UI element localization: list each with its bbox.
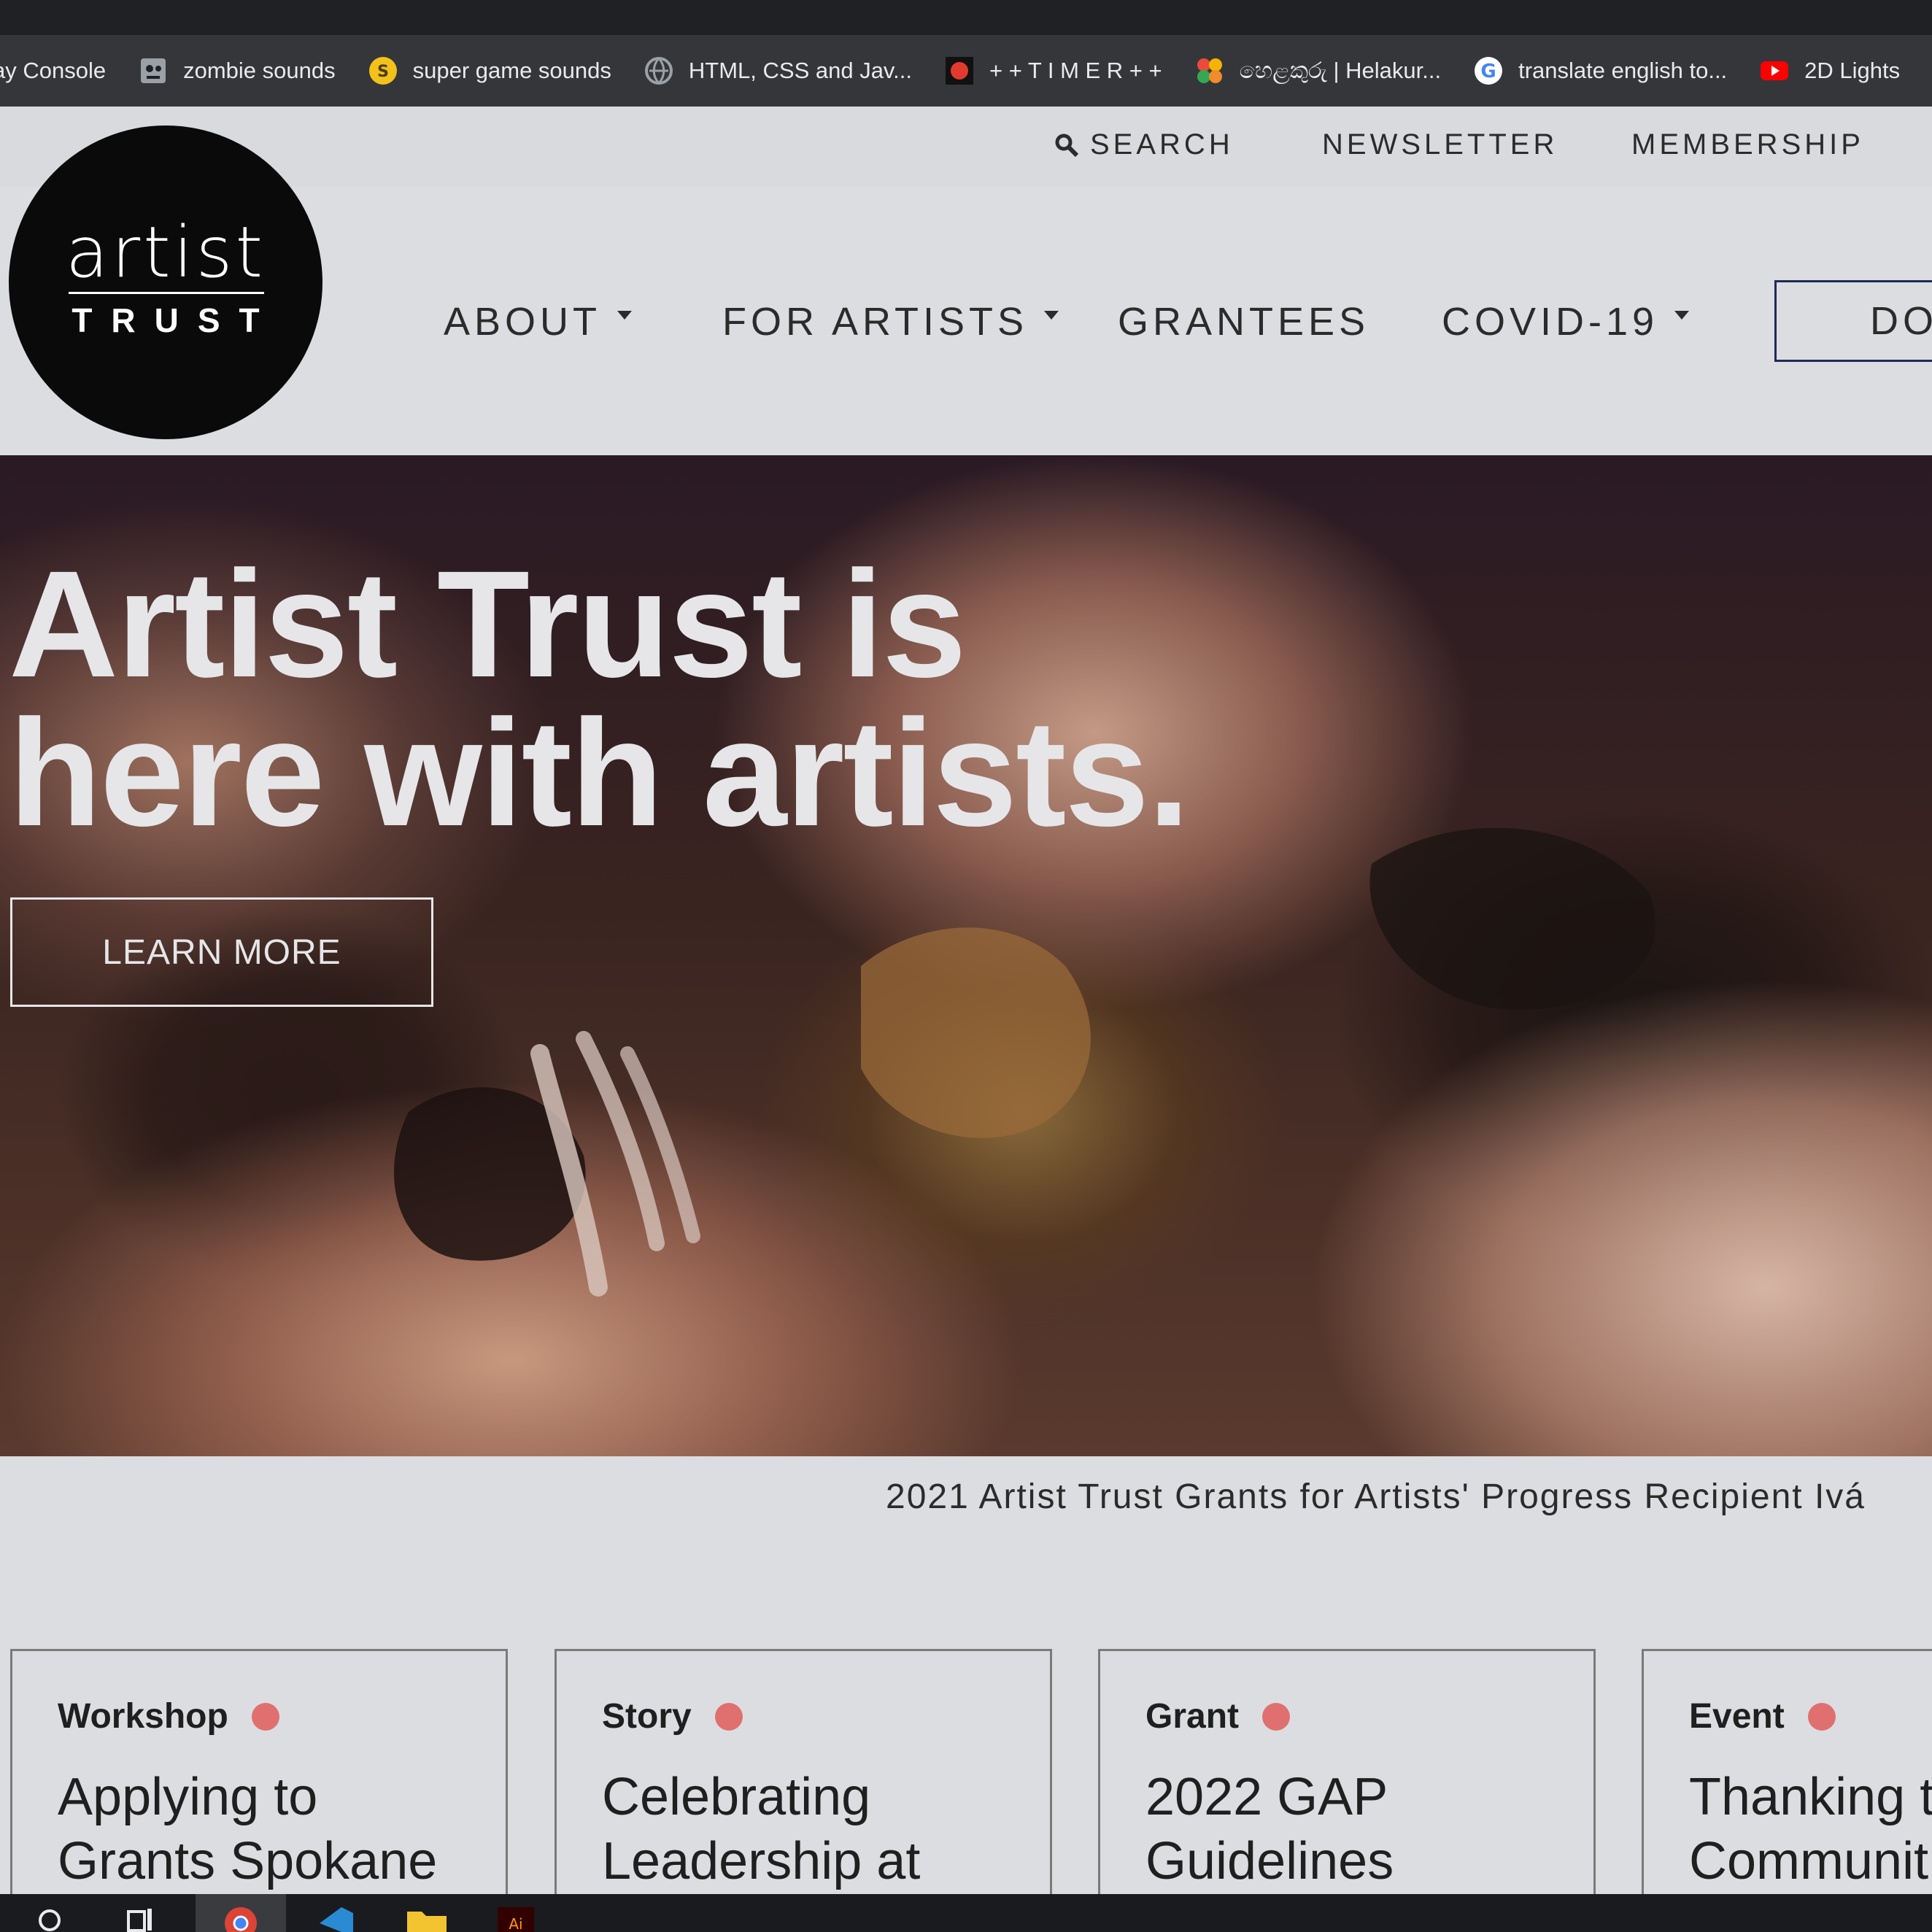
nav-about-label: ABOUT xyxy=(444,300,602,344)
logo-artist-text: artist xyxy=(65,212,266,293)
card-type: Event xyxy=(1689,1696,1836,1736)
card-type-label: Event xyxy=(1689,1697,1785,1736)
bookmark-translate[interactable]: G translate english to... xyxy=(1473,55,1727,86)
status-dot xyxy=(251,1702,279,1731)
bookmark-2d-lights[interactable]: 2D Lights xyxy=(1759,55,1900,86)
card-title-line-2: Grants Spokane xyxy=(58,1832,438,1890)
card-workshop[interactable]: Workshop Applying to Grants Spokane xyxy=(10,1649,508,1932)
card-type-label: Story xyxy=(602,1697,692,1736)
flower-icon xyxy=(1194,55,1225,86)
browser-tab-strip xyxy=(0,0,1932,35)
bookmark-label: හෙළකුරු | Helakur... xyxy=(1239,57,1442,83)
card-type: Story xyxy=(602,1696,743,1736)
card-type: Grant xyxy=(1145,1696,1291,1736)
nav-for-artists[interactable]: FOR ARTISTS xyxy=(722,299,1059,344)
os-taskbar: Ai xyxy=(0,1894,1932,1932)
svg-text:S: S xyxy=(377,63,389,81)
card-title: Thanking t Communit xyxy=(1689,1765,1932,1893)
chrome-taskbar-button[interactable] xyxy=(196,1894,286,1932)
card-event[interactable]: Event Thanking t Communit xyxy=(1642,1649,1932,1932)
card-type-label: Grant xyxy=(1145,1697,1240,1736)
nav-covid[interactable]: COVID-19 xyxy=(1442,299,1690,344)
bookmark-console[interactable]: ay Console xyxy=(0,58,106,84)
youtube-icon xyxy=(1759,55,1790,86)
card-title-line-2: Leadership at xyxy=(602,1832,921,1890)
card-title: Celebrating Leadership at xyxy=(602,1765,920,1893)
timer-icon xyxy=(944,55,975,86)
logo-trust-text: TRUST xyxy=(72,301,279,339)
card-grant[interactable]: Grant 2022 GAP Guidelines xyxy=(1098,1649,1596,1932)
nav-for-artists-label: FOR ARTISTS xyxy=(722,300,1029,344)
chevron-down-icon xyxy=(617,311,633,320)
bookmark-label: super game sounds xyxy=(412,58,611,83)
learn-more-button[interactable]: LEARN MORE xyxy=(10,897,433,1007)
nav-covid-label: COVID-19 xyxy=(1442,300,1659,344)
card-title: Applying to Grants Spokane xyxy=(58,1765,437,1893)
browser-window: ay Console zombie sounds S super game so… xyxy=(0,0,1932,1932)
bookmark-super-game-sounds[interactable]: S super game sounds xyxy=(368,55,611,86)
search-link[interactable]: SEARCH xyxy=(1054,128,1234,161)
bookmark-timer[interactable]: + + T I M E R + + xyxy=(944,55,1162,86)
bookmark-label: ay Console xyxy=(0,58,107,83)
bookmark-zombie-sounds[interactable]: zombie sounds xyxy=(138,55,336,86)
chevron-down-icon xyxy=(1044,311,1059,320)
bookmark-label: HTML, CSS and Jav... xyxy=(688,58,912,83)
search-label: SEARCH xyxy=(1090,128,1234,161)
membership-link[interactable]: MEMBERSHIP xyxy=(1631,128,1864,161)
card-story[interactable]: Story Celebrating Leadership at xyxy=(555,1649,1052,1932)
bookmark-label: zombie sounds xyxy=(183,58,336,83)
card-title-line-1: 2022 GAP xyxy=(1145,1768,1388,1826)
google-icon: G xyxy=(1473,55,1504,86)
hero-title: Artist Trust is here with artists. xyxy=(9,540,1190,858)
coin-icon: S xyxy=(368,55,398,86)
bookmark-label: 2D Lights xyxy=(1804,58,1901,83)
folder-icon[interactable] xyxy=(406,1904,448,1932)
newsletter-link[interactable]: NEWSLETTER xyxy=(1322,128,1558,161)
donate-button[interactable]: DO xyxy=(1774,280,1932,362)
nav-grantees[interactable]: GRANTEES xyxy=(1118,299,1369,344)
search-icon xyxy=(1054,132,1080,158)
task-view-icon[interactable] xyxy=(125,1904,158,1932)
status-dot xyxy=(1262,1702,1291,1731)
card-title-line-2: Guidelines xyxy=(1145,1832,1394,1890)
zombie-icon xyxy=(138,55,169,86)
globe-icon xyxy=(644,55,674,86)
card-title-line-1: Applying to xyxy=(58,1768,318,1826)
card-title: 2022 GAP Guidelines xyxy=(1145,1765,1394,1893)
bookmark-html-css-js[interactable]: HTML, CSS and Jav... xyxy=(644,55,912,86)
bookmark-helakuru[interactable]: හෙළකුරු | Helakur... xyxy=(1194,55,1441,86)
hero-title-line-2: here with artists. xyxy=(9,689,1190,858)
hero-caption: 2021 Artist Trust Grants for Artists' Pr… xyxy=(886,1477,1866,1516)
illustrator-icon[interactable]: Ai xyxy=(496,1904,536,1932)
chevron-down-icon xyxy=(1674,311,1690,320)
hero-title-line-1: Artist Trust is xyxy=(9,540,967,709)
vscode-icon[interactable] xyxy=(309,1904,356,1932)
bookmarks-bar: ay Console zombie sounds S super game so… xyxy=(0,35,1932,107)
bookmark-label: + + T I M E R + + xyxy=(989,58,1162,83)
card-title-line-1: Celebrating xyxy=(602,1768,871,1826)
card-type-label: Workshop xyxy=(58,1697,228,1736)
status-dot xyxy=(714,1702,743,1731)
search-icon[interactable] xyxy=(36,1904,66,1932)
svg-text:G: G xyxy=(1480,61,1496,82)
card-title-line-2: Communit xyxy=(1689,1832,1929,1890)
bookmark-label: translate english to... xyxy=(1518,58,1728,83)
hero-banner: Artist Trust is here with artists. LEARN… xyxy=(0,455,1932,1456)
artist-trust-logo[interactable]: artist TRUST xyxy=(9,125,322,439)
status-dot xyxy=(1807,1702,1836,1731)
card-title-line-1: Thanking t xyxy=(1689,1768,1932,1826)
logo-divider xyxy=(69,292,264,294)
nav-about[interactable]: ABOUT xyxy=(444,299,633,344)
svg-text:Ai: Ai xyxy=(509,1915,522,1932)
card-type: Workshop xyxy=(58,1696,279,1736)
nav-grantees-label: GRANTEES xyxy=(1118,300,1370,344)
